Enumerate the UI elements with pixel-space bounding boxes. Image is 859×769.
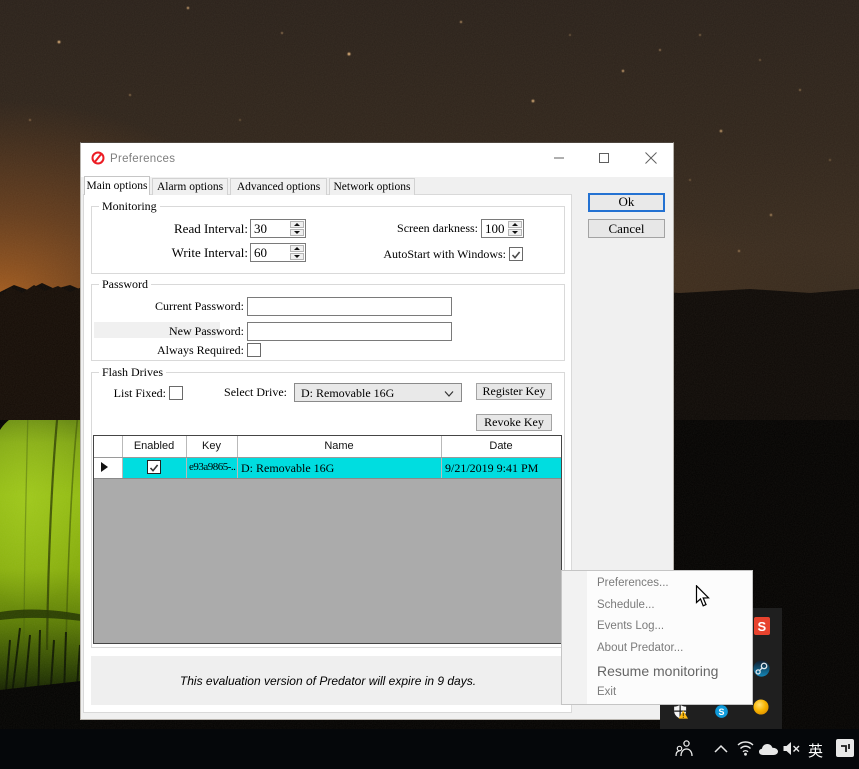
svg-text:S: S	[719, 707, 725, 717]
